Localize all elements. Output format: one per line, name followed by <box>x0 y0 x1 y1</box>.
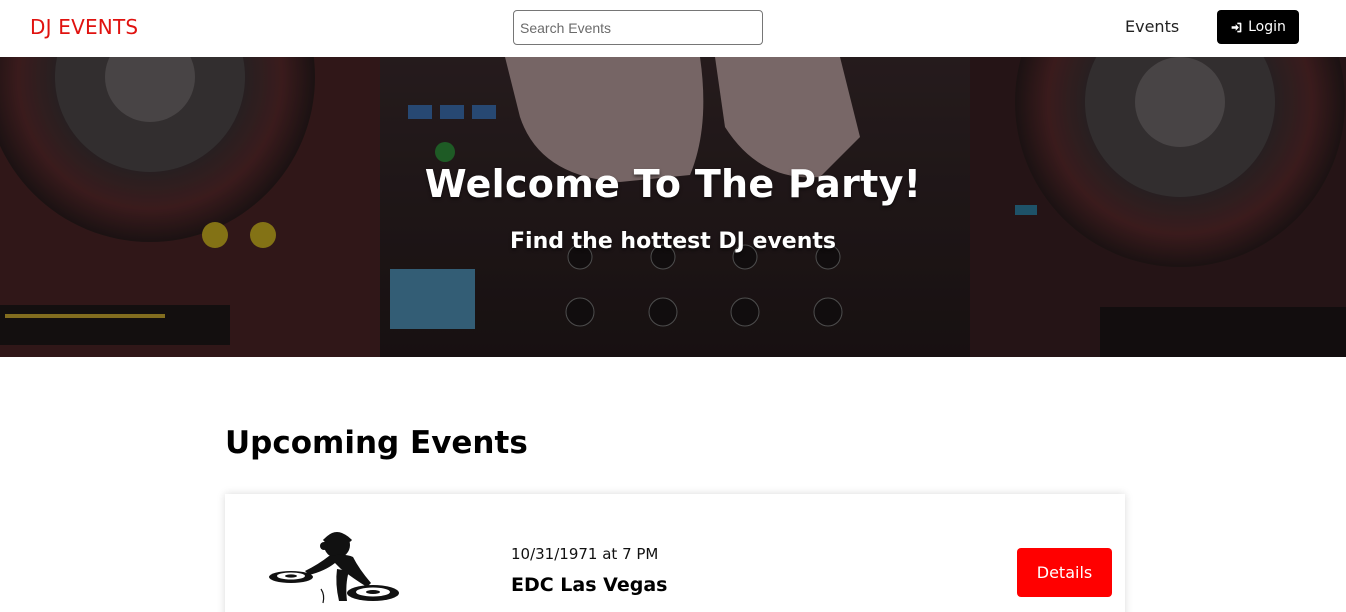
login-label: Login <box>1248 19 1286 35</box>
sign-in-icon <box>1231 22 1242 32</box>
navbar: DJ EVENTS Events Login <box>0 0 1346 57</box>
event-date: 10/31/1971 at 7 PM <box>511 545 659 563</box>
event-name: EDC Las Vegas <box>511 574 668 596</box>
site-logo[interactable]: DJ EVENTS <box>30 15 138 39</box>
details-button[interactable]: Details <box>1017 548 1112 597</box>
login-button[interactable]: Login <box>1217 10 1299 44</box>
hero-banner: Welcome To The Party! Find the hottest D… <box>0 57 1346 357</box>
search-input[interactable] <box>513 10 763 45</box>
nav-link-events[interactable]: Events <box>1125 17 1179 36</box>
hero-subtitle: Find the hottest DJ events <box>510 229 836 254</box>
event-card: 10/31/1971 at 7 PM EDC Las Vegas Details <box>225 494 1125 612</box>
hero-title: Welcome To The Party! <box>424 162 922 206</box>
section-title-upcoming-events: Upcoming Events <box>225 425 528 461</box>
hero-dark-overlay <box>0 57 1346 357</box>
dj-silhouette-image <box>269 532 399 604</box>
